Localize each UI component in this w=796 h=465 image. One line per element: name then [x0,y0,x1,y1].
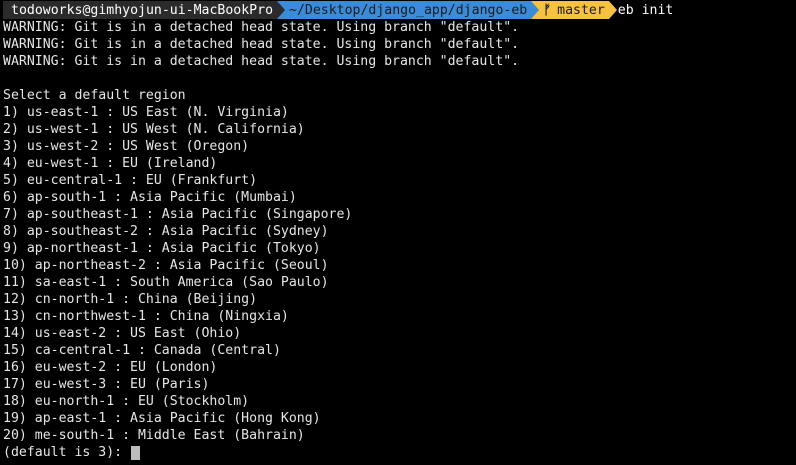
region-option: 6) ap-south-1 : Asia Pacific (Mumbai) [3,190,297,205]
region-option: 15) ca-central-1 : Canada (Central) [3,343,281,358]
powerline-separator [277,1,286,19]
warning-line: WARNING: Git is in a detached head state… [3,37,520,52]
warning-line: WARNING: Git is in a detached head state… [3,20,520,35]
region-prompt-heading: Select a default region [3,88,186,103]
prompt-git-segment: ᚠ master [539,1,609,19]
region-option: 11) sa-east-1 : South America (Sao Paulo… [3,275,329,290]
prompt-branch: master [557,2,605,18]
region-input-line[interactable]: (default is 3): [3,444,796,461]
region-option: 2) us-west-1 : US West (N. California) [3,122,305,137]
region-option: 3) us-west-2 : US West (Oregon) [3,139,250,154]
powerline-separator [531,1,540,19]
region-option: 17) eu-west-3 : EU (Paris) [3,377,210,392]
input-prompt-label: (default is 3): [3,445,131,460]
region-option: 9) ap-northeast-1 : Asia Pacific (Tokyo) [3,241,321,256]
region-option: 13) cn-northwest-1 : China (Ningxia) [3,309,289,324]
region-option: 16) eu-west-2 : EU (London) [3,360,218,375]
shell-prompt: todoworks@gimhyojun-ui-MacBookPro ~/Desk… [3,1,796,19]
region-option: 4) eu-west-1 : EU (Ireland) [3,156,218,171]
prompt-cwd: ~/Desktop/django_app/django-eb [285,1,532,19]
terminal-window[interactable]: todoworks@gimhyojun-ui-MacBookPro ~/Desk… [0,0,796,465]
terminal-cursor[interactable] [131,445,141,460]
region-option: 1) us-east-1 : US East (N. Virginia) [3,105,289,120]
region-option: 20) me-south-1 : Middle East (Bahrain) [3,428,305,443]
region-option: 19) ap-east-1 : Asia Pacific (Hong Kong) [3,411,321,426]
region-option: 10) ap-northeast-2 : Asia Pacific (Seoul… [3,258,329,273]
region-option: 8) ap-southeast-2 : Asia Pacific (Sydney… [3,224,329,239]
region-option: 5) eu-central-1 : EU (Frankfurt) [3,173,258,188]
region-option: 14) us-east-2 : US East (Ohio) [3,326,242,341]
powerline-separator [608,1,617,19]
region-option: 12) cn-north-1 : China (Beijing) [3,292,258,307]
region-option: 7) ap-southeast-1 : Asia Pacific (Singap… [3,207,353,222]
region-option: 18) eu-north-1 : EU (Stockholm) [3,394,250,409]
warning-line: WARNING: Git is in a detached head state… [3,54,520,69]
prompt-user-host: todoworks@gimhyojun-ui-MacBookPro [3,1,278,19]
git-branch-icon: ᚠ [543,2,552,18]
prompt-command: eb init [617,2,674,18]
